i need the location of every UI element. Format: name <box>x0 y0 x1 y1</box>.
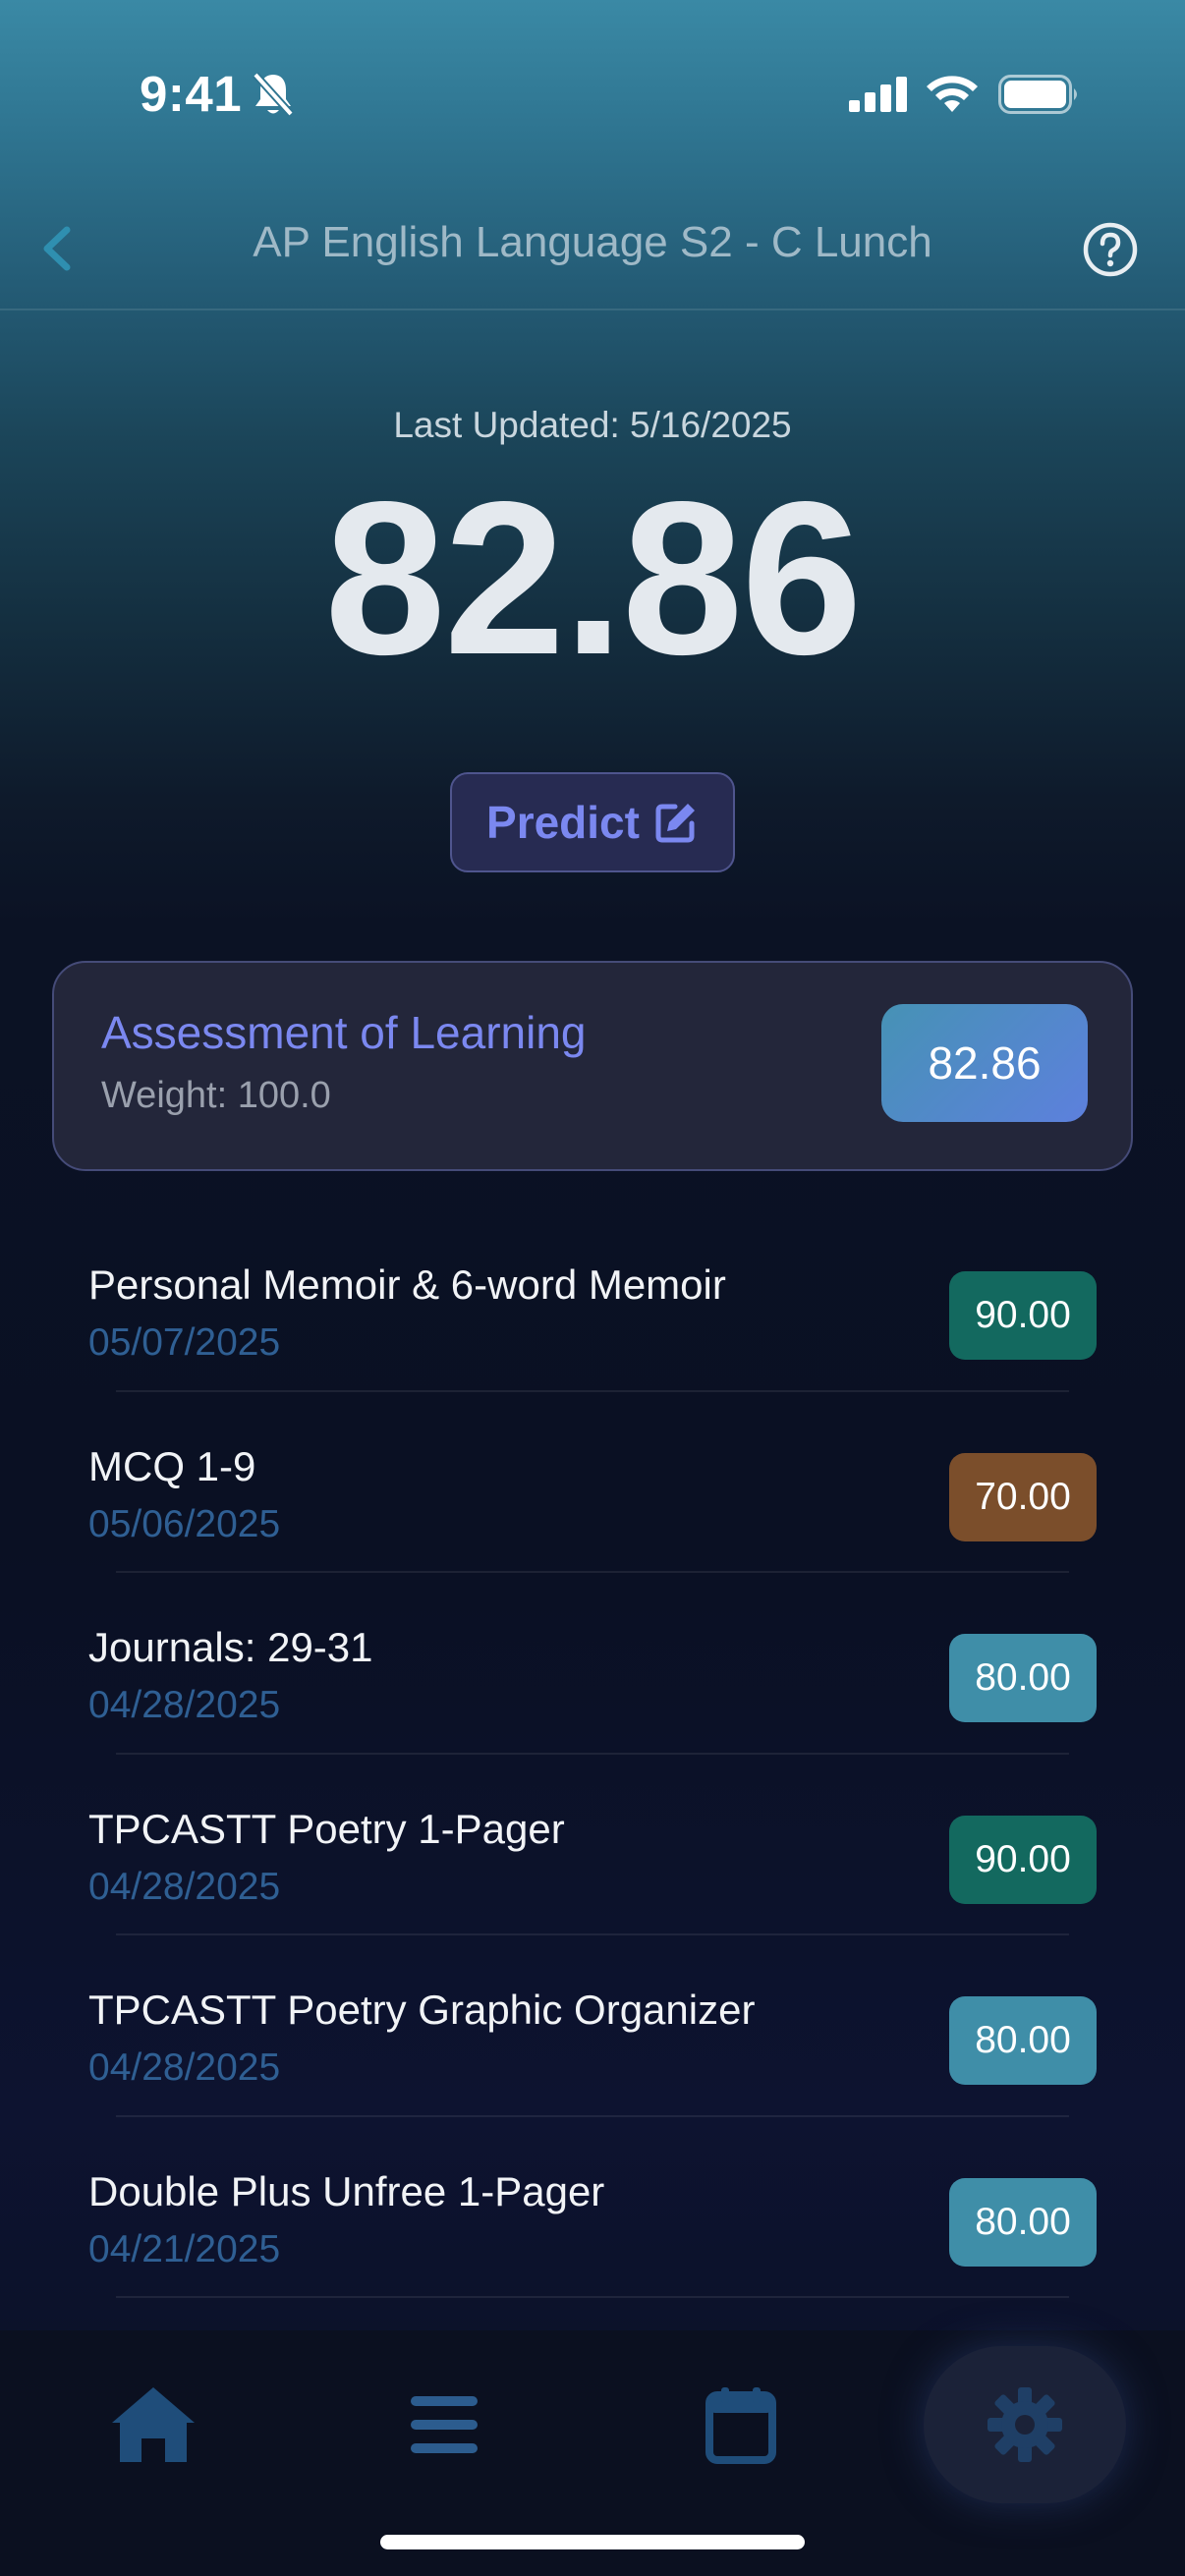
home-indicator[interactable] <box>380 2535 805 2549</box>
score-badge: 80.00 <box>949 2177 1097 2267</box>
assignment-row[interactable]: TPCASTT Poetry Graphic Organizer 04/28/2… <box>0 1935 1185 2117</box>
assignment-row[interactable]: Personal Memoir & 6-word Memoir 05/07/20… <box>0 1210 1185 1392</box>
assignment-title: TPCASTT Poetry 1-Pager <box>88 1805 565 1852</box>
edit-icon <box>655 804 695 843</box>
assignment-title: TPCASTT Poetry Graphic Organizer <box>88 1987 756 2033</box>
assignment-row[interactable]: MCQ 1-9 05/06/2025 70.00 <box>0 1392 1185 1573</box>
assignment-row[interactable]: Double Plus Unfree 1-Pager 04/21/2025 80… <box>0 2117 1185 2298</box>
assignment-title: MCQ 1-9 <box>88 1442 256 1489</box>
tab-settings[interactable] <box>924 2346 1126 2503</box>
predict-button[interactable]: Predict <box>450 772 735 872</box>
home-icon <box>112 2387 195 2462</box>
assignment-list: Personal Memoir & 6-word Memoir 05/07/20… <box>0 1210 1185 2298</box>
assignment-date: 04/21/2025 <box>88 2227 281 2270</box>
score-badge: 90.00 <box>949 1815 1097 1904</box>
bell-slash-icon <box>252 71 295 123</box>
assignment-date: 05/07/2025 <box>88 1321 281 1364</box>
category-weight: Weight: 100.0 <box>101 1075 331 1116</box>
category-score-badge: 82.86 <box>881 1004 1088 1122</box>
assignment-title: Personal Memoir & 6-word Memoir <box>88 1261 726 1308</box>
gear-icon <box>988 2387 1062 2462</box>
tab-list[interactable] <box>385 2366 503 2484</box>
score-badge: 80.00 <box>949 1634 1097 1722</box>
chevron-left-icon <box>43 226 71 271</box>
assignment-title: Double Plus Unfree 1-Pager <box>88 2167 605 2214</box>
score-badge: 70.00 <box>949 1452 1097 1541</box>
assignment-row[interactable]: TPCASTT Poetry 1-Pager 04/28/2025 90.00 <box>0 1755 1185 1935</box>
battery-icon <box>998 75 1081 119</box>
assignment-title: Journals: 29-31 <box>88 1624 373 1670</box>
score-badge: 90.00 <box>949 1271 1097 1360</box>
assignment-date: 05/06/2025 <box>88 1502 281 1545</box>
score-badge: 80.00 <box>949 1996 1097 2085</box>
assignment-date: 04/28/2025 <box>88 2046 281 2089</box>
help-button[interactable] <box>1081 220 1140 279</box>
page-title: AP English Language S2 - C Lunch <box>253 218 932 266</box>
tab-home[interactable] <box>94 2366 212 2484</box>
question-circle-icon <box>1083 222 1138 277</box>
back-button[interactable] <box>29 214 88 283</box>
assignment-row[interactable]: Journals: 29-31 04/28/2025 80.00 <box>0 1573 1185 1755</box>
assignment-date: 04/28/2025 <box>88 1684 281 1726</box>
predict-label: Predict <box>486 797 640 848</box>
wifi-icon <box>926 73 979 117</box>
category-card[interactable]: Assessment of Learning Weight: 100.0 82.… <box>52 961 1133 1171</box>
row-divider <box>116 2296 1069 2298</box>
calendar-icon <box>705 2387 776 2464</box>
status-bar: 9:41 <box>0 0 1185 187</box>
assignment-date: 04/28/2025 <box>88 1865 281 1908</box>
nav-divider <box>0 308 1185 310</box>
list-icon <box>411 2396 478 2453</box>
status-time: 9:41 <box>140 66 243 122</box>
overall-grade: 82.86 <box>324 457 863 700</box>
category-name: Assessment of Learning <box>101 1007 587 1058</box>
tab-calendar[interactable] <box>682 2366 800 2484</box>
last-updated-text: Last Updated: 5/16/2025 <box>393 405 792 445</box>
screen: 9:41 AP English Language S2 - C Lunch La… <box>0 0 1185 2576</box>
cellular-signal-icon <box>849 77 908 117</box>
